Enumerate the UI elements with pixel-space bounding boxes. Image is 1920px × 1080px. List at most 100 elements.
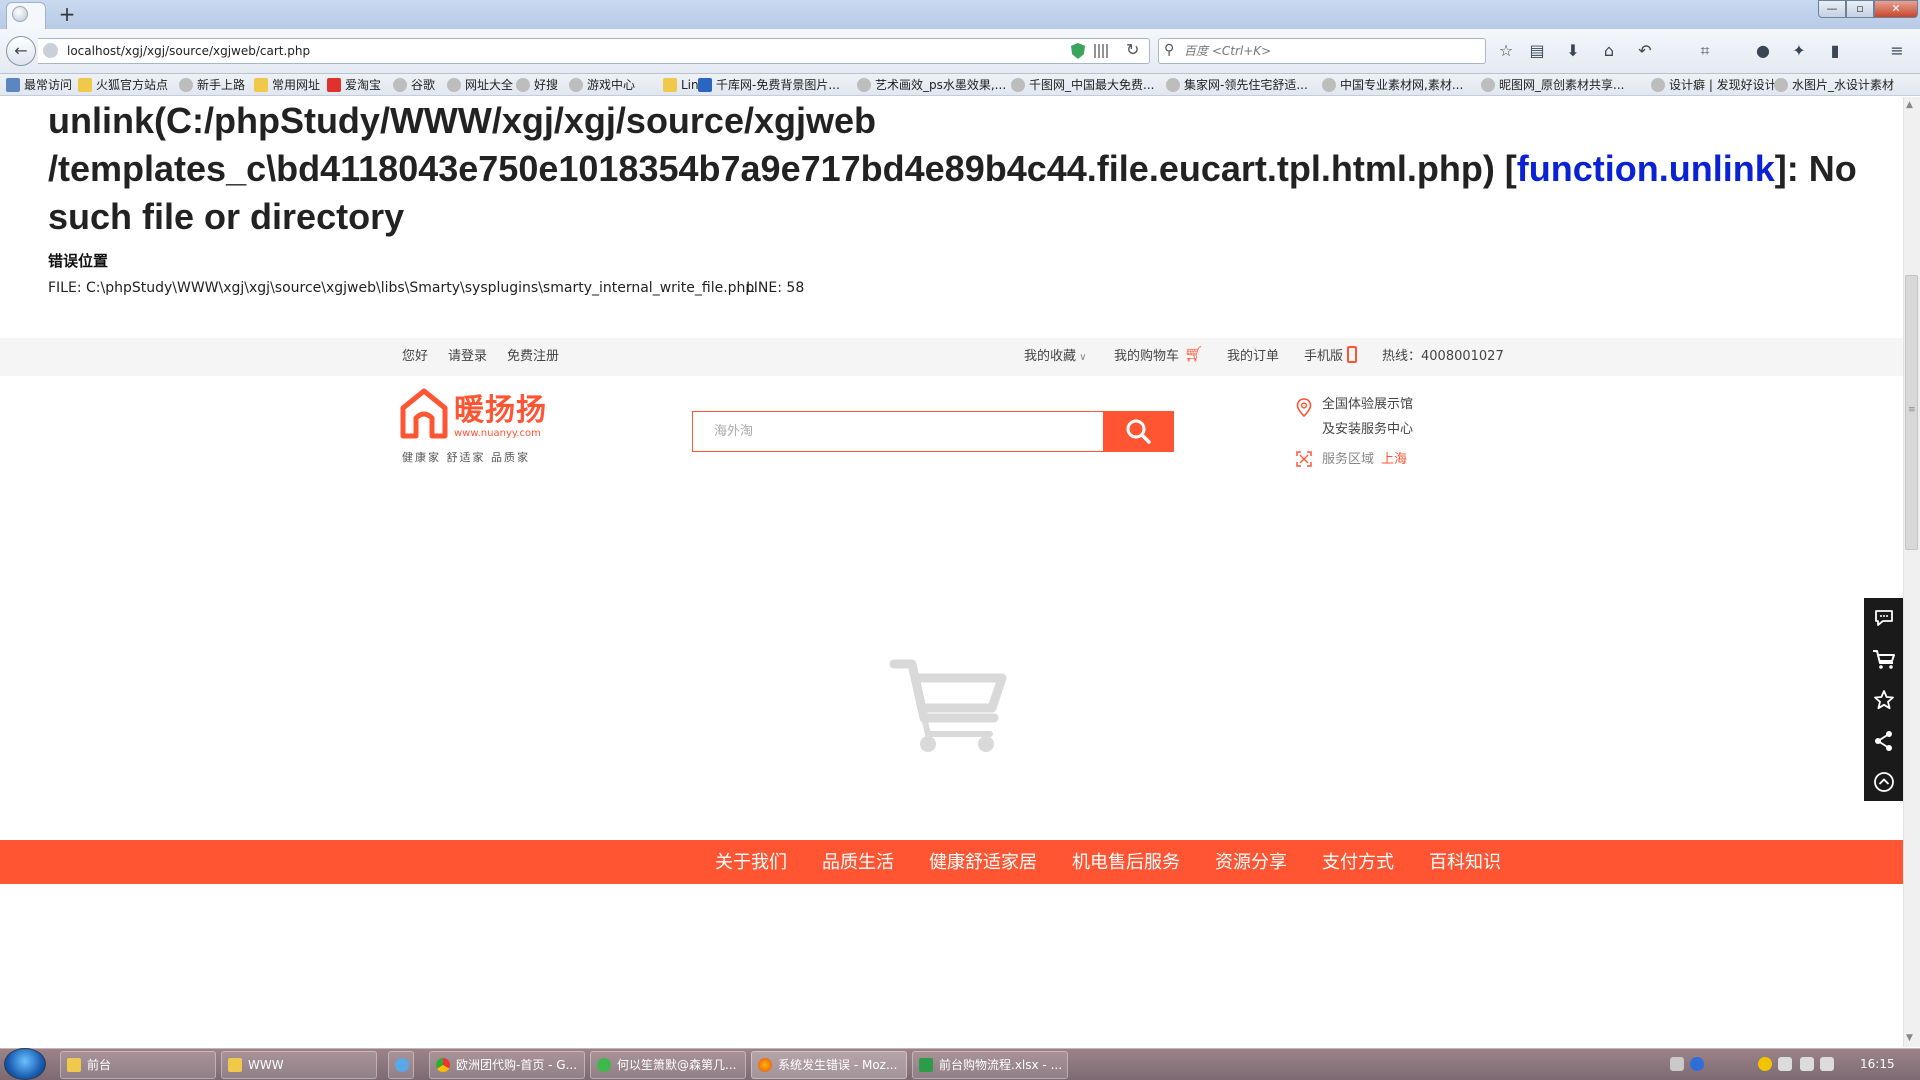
page-scrollbar[interactable]	[1903, 97, 1920, 1047]
qr-code-icon[interactable]	[1094, 44, 1108, 58]
bookmark-item[interactable]: 千图网_中国最大免费...	[1011, 77, 1154, 93]
footer-link-encyclopedia[interactable]: 百科知识	[1429, 852, 1501, 874]
bookmark-item[interactable]: 新手上路	[179, 77, 245, 93]
share-icon[interactable]	[1864, 721, 1903, 761]
clock[interactable]: 16:15	[1860, 1057, 1895, 1071]
bookmark-item[interactable]: 常用网址	[254, 77, 320, 93]
footer-link-healthy-home[interactable]: 健康舒适家居	[929, 852, 1037, 874]
bookmark-item[interactable]: 艺术画效_ps水墨效果,...	[857, 77, 1006, 93]
bookmark-label: 常用网址	[272, 78, 321, 92]
login-link[interactable]: 请登录	[448, 349, 487, 365]
clipboard-icon[interactable]: ▮	[1824, 40, 1846, 62]
footer-link-after-sales[interactable]: 机电售后服务	[1072, 852, 1180, 874]
bookmark-label: 昵图网_原创素材共享...	[1499, 78, 1625, 92]
bookmark-label: 集家网-领先住宅舒适...	[1184, 78, 1308, 92]
bookmark-item[interactable]: 集家网-领先住宅舒适...	[1166, 77, 1308, 93]
chevron-down-icon: ∨	[1076, 352, 1087, 363]
bookmark-item[interactable]: 游戏中心	[569, 77, 635, 93]
scroll-up-arrow-icon[interactable]: ▲	[1906, 100, 1913, 110]
mobile-version-link[interactable]: 手机版	[1304, 349, 1343, 365]
my-cart-link[interactable]: 我的购物车	[1114, 349, 1179, 365]
store-line-2[interactable]: 及安装服务中心	[1322, 422, 1413, 438]
bookmark-item[interactable]: 最常访问	[6, 77, 72, 93]
ie-icon	[395, 1058, 409, 1072]
site-search-input[interactable]	[692, 411, 1105, 452]
bookmark-item[interactable]: 设计癖 | 发现好设计	[1651, 77, 1777, 93]
minimize-button[interactable]: —	[1818, 0, 1846, 18]
star-icon[interactable]	[1864, 680, 1903, 720]
search-placeholder[interactable]: 百度 <Ctrl+K>	[1184, 43, 1271, 59]
security-icon[interactable]	[1758, 1057, 1772, 1071]
star-icon[interactable]: ☆	[1495, 40, 1517, 62]
taskbar-item-reader[interactable]: 何以笙箫默@森第几...	[590, 1051, 746, 1079]
my-orders-link[interactable]: 我的订单	[1227, 349, 1279, 365]
bookmark-item[interactable]: 网址大全	[447, 77, 513, 93]
reading-list-icon[interactable]: ▤	[1526, 40, 1548, 62]
register-link[interactable]: 免费注册	[507, 349, 559, 365]
site-search-button[interactable]	[1103, 411, 1174, 452]
network-icon[interactable]	[1800, 1057, 1814, 1071]
extension-icon[interactable]: ✦	[1788, 40, 1810, 62]
menu-icon[interactable]: ≡	[1886, 40, 1908, 62]
bookmark-item[interactable]: 好搜	[516, 77, 558, 93]
phone-icon[interactable]	[1347, 346, 1357, 363]
logo-slogan: 健康家 舒适家 品质家	[402, 451, 530, 464]
new-tab-button[interactable]: +	[56, 3, 78, 25]
taskbar-item-ie[interactable]	[388, 1051, 414, 1079]
help-icon[interactable]	[1690, 1057, 1704, 1071]
error-title-text-1: unlink(C:/phpStudy/WWW/xgj/xgj/source/xg…	[48, 100, 876, 141]
service-area-value[interactable]: 上海	[1381, 452, 1407, 468]
download-icon[interactable]: ⬇	[1562, 40, 1584, 62]
logo-house-icon[interactable]	[400, 388, 448, 440]
close-window-button[interactable]: ✕	[1874, 0, 1918, 18]
bookmark-favicon-icon	[569, 78, 583, 92]
taskbar-item-firefox[interactable]: 系统发生错误 - Moz...	[751, 1051, 907, 1079]
chat-icon[interactable]	[1864, 598, 1903, 638]
bookmark-label: 中国专业素材网,素材...	[1340, 78, 1464, 92]
chat-bubble-icon[interactable]: ●	[1752, 40, 1774, 62]
bookmark-favicon-icon	[1481, 78, 1495, 92]
taskbar-item-label: 前台	[87, 1058, 112, 1072]
back-button[interactable]: ←	[6, 36, 36, 66]
home-icon[interactable]: ⌂	[1598, 40, 1620, 62]
taskbar-item-excel[interactable]: 前台购物流程.xlsx - ...	[912, 1051, 1068, 1079]
crop-icon[interactable]: ⌗	[1694, 40, 1716, 62]
taskbar-item-frontend[interactable]: 前台	[60, 1051, 216, 1079]
start-button[interactable]	[4, 1048, 46, 1080]
maximize-button[interactable]: ▫	[1846, 0, 1874, 18]
reload-icon[interactable]: ↻	[1126, 41, 1139, 59]
footer-link-quality-life[interactable]: 品质生活	[822, 852, 894, 874]
bookmark-item[interactable]: 谷歌	[393, 77, 435, 93]
bookmark-item[interactable]: 火狐官方站点	[78, 77, 168, 93]
url-text[interactable]: localhost/xgj/xgj/source/xgjweb/cart.php	[67, 43, 310, 59]
keyboard-icon[interactable]	[1670, 1057, 1684, 1071]
scroll-down-arrow-icon[interactable]: ▼	[1906, 1033, 1913, 1043]
cart-icon[interactable]	[1864, 639, 1903, 679]
bookmark-item[interactable]: 水图片_水设计素材	[1774, 77, 1894, 93]
back-to-top-icon[interactable]	[1864, 762, 1903, 802]
empty-cart-icon	[890, 659, 1007, 752]
footer-link-about[interactable]: 关于我们	[715, 852, 787, 874]
taskbar-item-chrome[interactable]: 欧洲团代购-首页 - G...	[429, 1051, 585, 1079]
undo-icon[interactable]: ↶	[1634, 40, 1656, 62]
site-search-placeholder[interactable]: 海外淘	[714, 424, 753, 440]
volume-icon[interactable]	[1778, 1057, 1792, 1071]
bookmark-item[interactable]: 千库网-免费背景图片...	[698, 77, 840, 93]
bookmark-item[interactable]: 中国专业素材网,素材...	[1322, 77, 1463, 93]
function-unlink-link[interactable]: function.unlink	[1517, 148, 1775, 189]
logo-name[interactable]: 暖扬扬	[454, 394, 547, 428]
flag-icon[interactable]	[1820, 1057, 1834, 1071]
footer-link-resources[interactable]: 资源分享	[1215, 852, 1287, 874]
bookmark-item[interactable]: 爱淘宝	[327, 77, 381, 93]
bookmark-item[interactable]: 昵图网_原创素材共享...	[1481, 77, 1624, 93]
bookmark-favicon-icon	[254, 78, 268, 92]
store-line-1[interactable]: 全国体验展示馆	[1322, 397, 1413, 413]
site-identity-icon[interactable]	[43, 43, 58, 58]
cart-icon[interactable]: 🛒︎	[1184, 346, 1203, 362]
bookmark-favicon-icon	[447, 78, 461, 92]
greeting-text: 您好	[402, 349, 429, 364]
footer-link-payment[interactable]: 支付方式	[1322, 852, 1394, 874]
favorites-link[interactable]: 我的收藏 ∨	[1024, 349, 1087, 366]
taskbar-item-www[interactable]: WWW	[221, 1051, 377, 1079]
bookmark-favicon-icon	[78, 78, 92, 92]
